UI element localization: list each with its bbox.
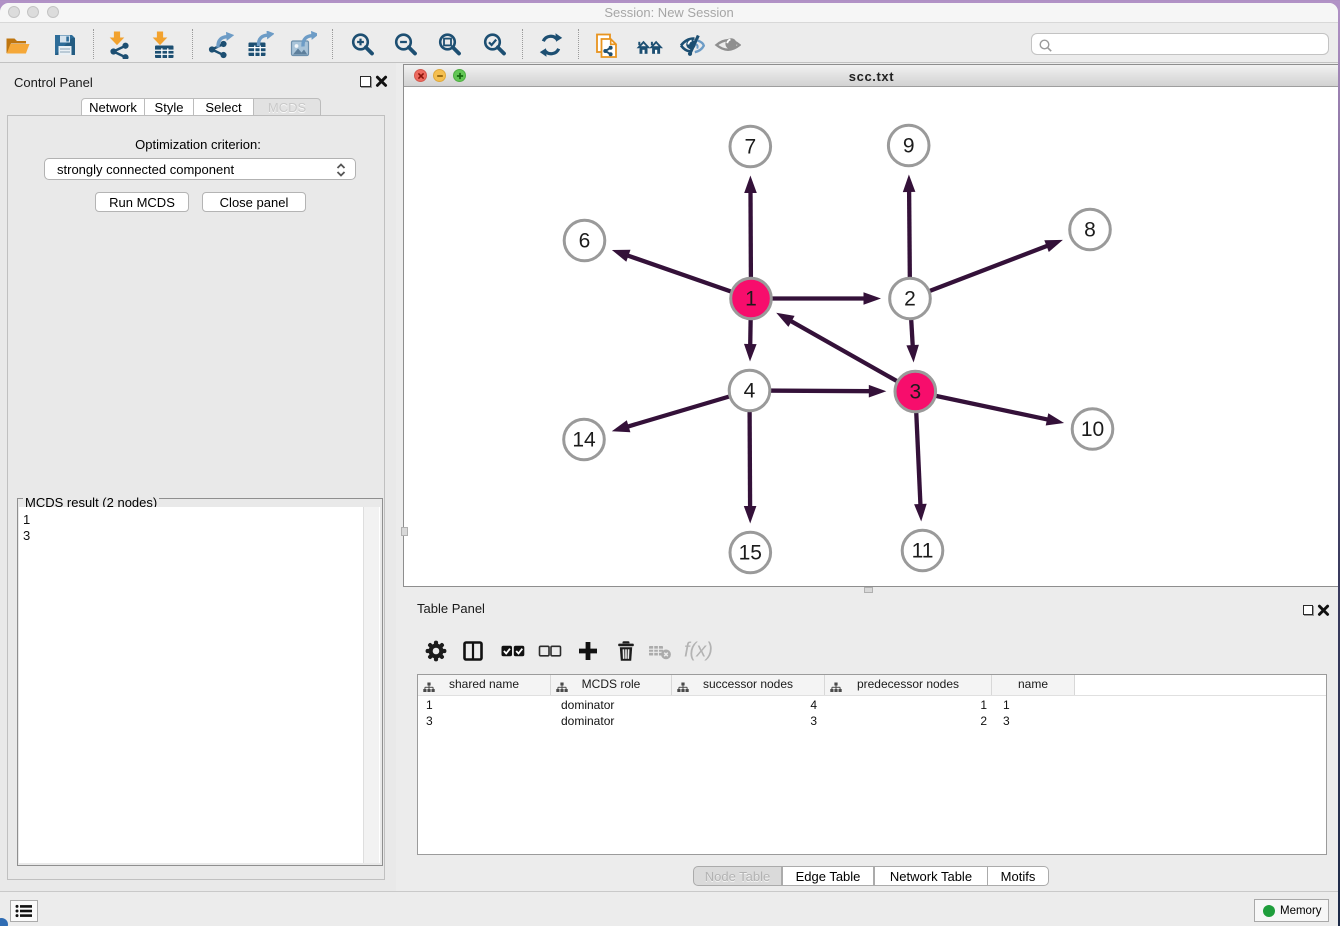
svg-text:9: 9 [903,134,915,157]
svg-text:4: 4 [744,379,756,402]
svg-text:10: 10 [1081,418,1104,441]
svg-text:3: 3 [909,380,921,403]
svg-text:8: 8 [1084,218,1096,241]
svg-text:11: 11 [912,539,934,562]
svg-text:15: 15 [739,541,762,564]
svg-text:7: 7 [744,135,756,158]
svg-text:2: 2 [904,287,916,310]
svg-text:14: 14 [572,428,596,451]
svg-text:f(x): f(x) [684,640,713,662]
svg-text:6: 6 [579,229,591,252]
svg-text:1: 1 [745,287,757,310]
